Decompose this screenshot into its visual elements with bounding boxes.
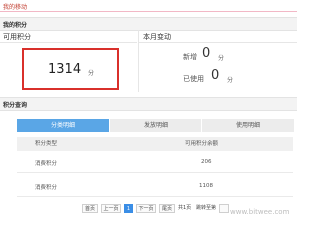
- cards-vertical-divider: [138, 30, 139, 92]
- row-divider: [17, 196, 293, 197]
- tab-category-detail[interactable]: 分类明细: [17, 119, 109, 132]
- row-type: 消费积分: [35, 185, 58, 191]
- page-last-button[interactable]: 尾页: [159, 204, 175, 213]
- page-prev-button[interactable]: 上一页: [101, 204, 121, 213]
- query-section-title: 积分查询: [3, 102, 28, 109]
- table-header-type: 积分类型: [35, 141, 58, 147]
- page-first-button[interactable]: 首页: [82, 204, 98, 213]
- available-points-title: 可用积分: [3, 33, 31, 41]
- page-total-label: 共1页: [178, 205, 192, 211]
- watermark: www.bitwee.com: [230, 208, 290, 216]
- breadcrumb[interactable]: 我的移动: [3, 2, 27, 11]
- added-label: 新增: [183, 53, 197, 61]
- available-points-highlight: 1314 分: [22, 48, 119, 90]
- row-balance: 1108: [199, 183, 213, 189]
- row-type: 消费积分: [35, 161, 58, 167]
- page-goto-label: 跳转至第: [196, 205, 217, 211]
- table-row: 消费积分 206: [17, 156, 293, 168]
- monthly-change-title: 本月变动: [143, 33, 171, 41]
- monthly-card-divider: [139, 42, 297, 43]
- page-current-button[interactable]: 1: [124, 204, 133, 213]
- page-goto-input[interactable]: [219, 204, 229, 213]
- table-header-row: 积分类型 可用积分余额: [17, 137, 293, 151]
- page-next-button[interactable]: 下一页: [136, 204, 156, 213]
- tab-usage-detail[interactable]: 使用明细: [201, 119, 294, 132]
- tab-issue-detail[interactable]: 发放明细: [109, 119, 202, 132]
- added-unit: 分: [218, 55, 225, 62]
- points-section-header: 我的积分: [0, 17, 297, 31]
- table-header-balance: 可用积分余额: [185, 141, 219, 147]
- available-points-value: 1314: [48, 62, 82, 77]
- row-balance: 206: [201, 159, 212, 165]
- used-unit: 分: [227, 77, 234, 84]
- table-row: 消费积分 1108: [17, 180, 293, 192]
- query-section-header: 积分查询: [0, 97, 297, 111]
- used-value: 0: [211, 68, 220, 83]
- used-label: 已使用: [183, 75, 204, 83]
- added-value: 0: [202, 46, 211, 61]
- points-section-title: 我的积分: [3, 22, 28, 29]
- available-points-unit: 分: [88, 70, 95, 77]
- available-card-divider: [0, 42, 137, 43]
- row-divider: [17, 172, 293, 173]
- breadcrumb-divider: [0, 11, 297, 12]
